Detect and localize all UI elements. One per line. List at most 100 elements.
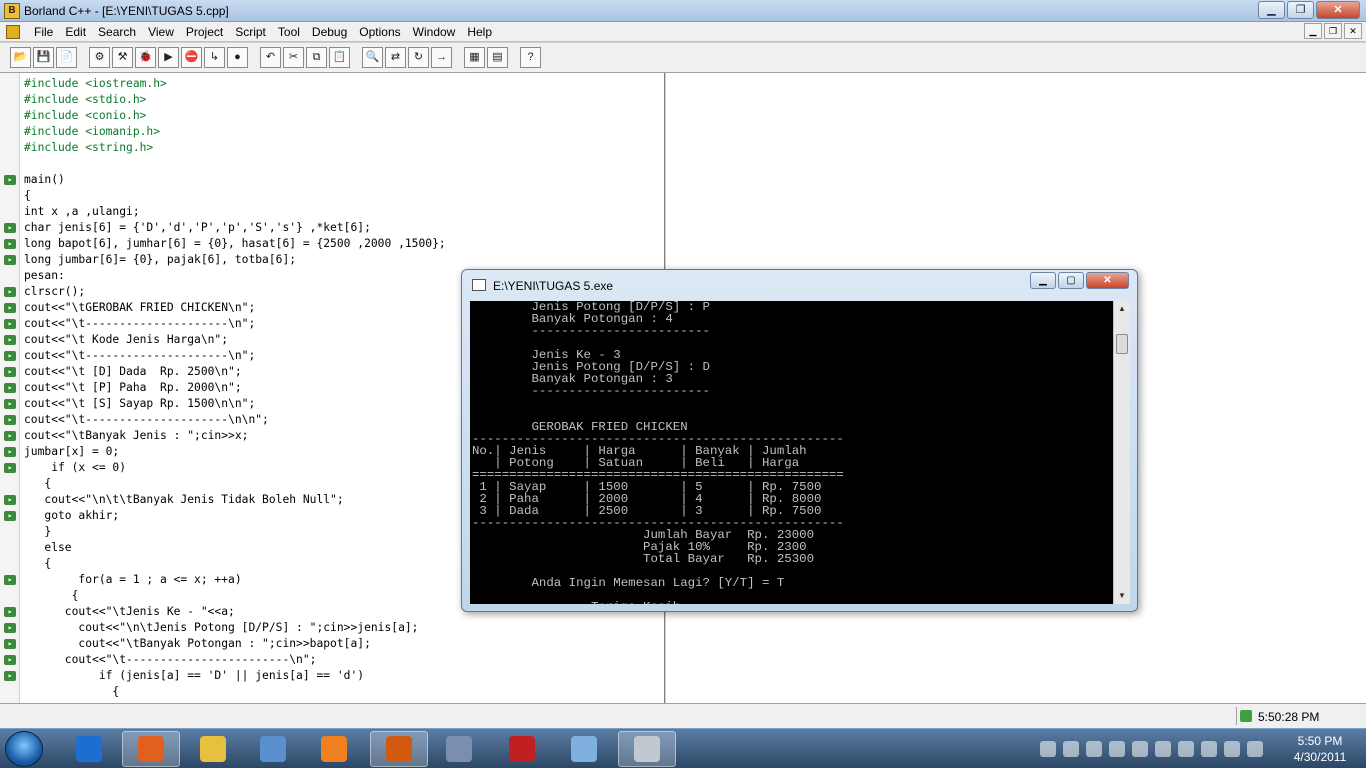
breakpoint-marker-icon[interactable]: ▸	[4, 239, 16, 249]
minimize-button[interactable]: ▁	[1258, 1, 1285, 19]
breakpoint-marker-icon[interactable]: ▸	[4, 607, 16, 617]
code-line[interactable]: ▸ cout<<"\t------------------------\n";	[4, 652, 446, 668]
code-line[interactable]: #include <string.h>	[24, 140, 446, 156]
code-line[interactable]: #include <conio.h>	[24, 108, 446, 124]
debug-icon[interactable]: 🐞	[135, 47, 156, 68]
code-line[interactable]: ▸ if (jenis[a] == 'D' || jenis[a] == 'd'…	[4, 668, 446, 684]
maximize-button[interactable]: ❐	[1287, 1, 1314, 19]
copy-icon[interactable]: ⧉	[306, 47, 327, 68]
paste-icon[interactable]: 📋	[329, 47, 350, 68]
breakpoint-marker-icon[interactable]: ▸	[4, 287, 16, 297]
taskbar-app-button[interactable]	[122, 731, 180, 767]
code-line[interactable]: ▸ cout<<"\tBanyak Potongan : ";cin>>bapo…	[4, 636, 446, 652]
menu-edit[interactable]: Edit	[59, 25, 92, 39]
scroll-thumb[interactable]	[1116, 334, 1128, 354]
breakpoint-marker-icon[interactable]: ▸	[4, 431, 16, 441]
code-line[interactable]: #include <stdio.h>	[24, 92, 446, 108]
code-line[interactable]: ▸ cout<<"\n\tJenis Potong [D/P/S] : ";ci…	[4, 620, 446, 636]
code-line[interactable]: ▸ if (x <= 0)	[4, 460, 446, 476]
breakpoint-marker-icon[interactable]: ▸	[4, 175, 16, 185]
tray-icon[interactable]	[1201, 741, 1217, 757]
code-line[interactable]: ▸ cout<<"\t---------------------\n";	[4, 316, 446, 332]
doc-close-button[interactable]: ✕	[1344, 23, 1362, 39]
close-button[interactable]: ✕	[1316, 1, 1360, 19]
undo-icon[interactable]: ↶	[260, 47, 281, 68]
tray-icon[interactable]	[1178, 741, 1194, 757]
window-icon[interactable]: ▦	[464, 47, 485, 68]
tray-icon[interactable]	[1086, 741, 1102, 757]
tray-icon[interactable]	[1063, 741, 1079, 757]
breakpoint-marker-icon[interactable]: ▸	[4, 335, 16, 345]
code-line[interactable]: int x ,a ,ulangi;	[24, 204, 446, 220]
taskbar-app-button[interactable]	[244, 731, 302, 767]
make-icon[interactable]: ⚒	[112, 47, 133, 68]
code-line[interactable]: {	[24, 188, 446, 204]
taskbar-app-button[interactable]	[60, 731, 118, 767]
replace-icon[interactable]: ⇄	[385, 47, 406, 68]
code-line[interactable]: ▸ clrscr();	[4, 284, 446, 300]
breakpoint-marker-icon[interactable]: ▸	[4, 655, 16, 665]
code-line[interactable]: ▸ for(a = 1 ; a <= x; ++a)	[4, 572, 446, 588]
menu-help[interactable]: Help	[461, 25, 498, 39]
code-line[interactable]: ▸ goto akhir;	[4, 508, 446, 524]
layout-icon[interactable]: ▤	[487, 47, 508, 68]
code-line[interactable]: ▸ char jenis[6] = {'D','d','P','p','S','s…	[4, 220, 446, 236]
cut-icon[interactable]: ✂	[283, 47, 304, 68]
console-scrollbar[interactable]: ▲ ▼	[1113, 301, 1130, 604]
console-window[interactable]: E:\YENI\TUGAS 5.exe ▁ ▢ ✕ Jenis Potong […	[461, 269, 1138, 612]
code-line[interactable]: ▸ jumbar[x] = 0;	[4, 444, 446, 460]
taskbar-app-button[interactable]	[184, 731, 242, 767]
compile-icon[interactable]: ⚙	[89, 47, 110, 68]
breakpoint-marker-icon[interactable]: ▸	[4, 463, 16, 473]
menu-debug[interactable]: Debug	[306, 25, 353, 39]
goto-icon[interactable]: →	[431, 47, 452, 68]
help-icon[interactable]: ?	[520, 47, 541, 68]
search-again-icon[interactable]: ↻	[408, 47, 429, 68]
doc-restore-button[interactable]: ❐	[1324, 23, 1342, 39]
code-line[interactable]: {	[24, 556, 446, 572]
tray-icon[interactable]	[1155, 741, 1171, 757]
code-line[interactable]: ▸ cout<<"\t [S] Sayap Rp. 1500\n\n";	[4, 396, 446, 412]
console-screen[interactable]: Jenis Potong [D/P/S] : P Banyak Potongan…	[470, 301, 1113, 604]
doc-minimize-button[interactable]: ▁	[1304, 23, 1322, 39]
taskbar-clock[interactable]: 5:50 PM 4/30/2011	[1285, 733, 1355, 765]
run-icon[interactable]: ▶	[158, 47, 179, 68]
code-line[interactable]: {	[24, 588, 446, 604]
taskbar-app-button[interactable]	[430, 731, 488, 767]
breakpoint-marker-icon[interactable]: ▸	[4, 223, 16, 233]
taskbar-app-button[interactable]	[555, 731, 613, 767]
code-line[interactable]: #include <iostream.h>	[24, 76, 446, 92]
console-minimize-button[interactable]: ▁	[1030, 272, 1056, 289]
taskbar-app-button[interactable]	[493, 731, 551, 767]
taskbar-app-button[interactable]	[305, 731, 363, 767]
breakpoint-marker-icon[interactable]: ▸	[4, 639, 16, 649]
document-icon[interactable]	[6, 24, 20, 39]
taskbar-app-button[interactable]	[370, 731, 428, 767]
code-line[interactable]: {	[24, 684, 446, 700]
find-icon[interactable]: 🔍	[362, 47, 383, 68]
menu-view[interactable]: View	[142, 25, 180, 39]
menu-project[interactable]: Project	[180, 25, 229, 39]
volume-icon[interactable]	[1224, 741, 1240, 757]
menu-tool[interactable]: Tool	[272, 25, 306, 39]
tray-icon[interactable]	[1132, 741, 1148, 757]
menu-window[interactable]: Window	[407, 25, 462, 39]
taskbar-app-button[interactable]	[618, 731, 676, 767]
code-line[interactable]: ▸ cout<<"\tJenis Ke - "<<a;	[4, 604, 446, 620]
breakpoint-marker-icon[interactable]: ▸	[4, 255, 16, 265]
console-close-button[interactable]: ✕	[1086, 272, 1129, 289]
code-line[interactable]: ▸ cout<<"\t [D] Dada Rp. 2500\n";	[4, 364, 446, 380]
breakpoint-marker-icon[interactable]: ▸	[4, 303, 16, 313]
code-line[interactable]: ▸ main()	[4, 172, 446, 188]
breakpoint-marker-icon[interactable]: ▸	[4, 367, 16, 377]
code-line[interactable]: ▸ cout<<"\tGEROBAK FRIED CHICKEN\n";	[4, 300, 446, 316]
code-line[interactable]: ▸ cout<<"\n\t\tBanyak Jenis Tidak Boleh …	[4, 492, 446, 508]
code-line[interactable]	[24, 156, 446, 172]
code-line[interactable]: #include <iomanip.h>	[24, 124, 446, 140]
scroll-up-icon[interactable]: ▲	[1114, 301, 1130, 317]
menu-script[interactable]: Script	[229, 25, 272, 39]
open-project-icon[interactable]: 📂	[10, 47, 31, 68]
network-icon[interactable]	[1247, 741, 1263, 757]
code-line[interactable]: ▸ cout<<"\t [P] Paha Rp. 2000\n";	[4, 380, 446, 396]
breakpoint-marker-icon[interactable]: ▸	[4, 383, 16, 393]
